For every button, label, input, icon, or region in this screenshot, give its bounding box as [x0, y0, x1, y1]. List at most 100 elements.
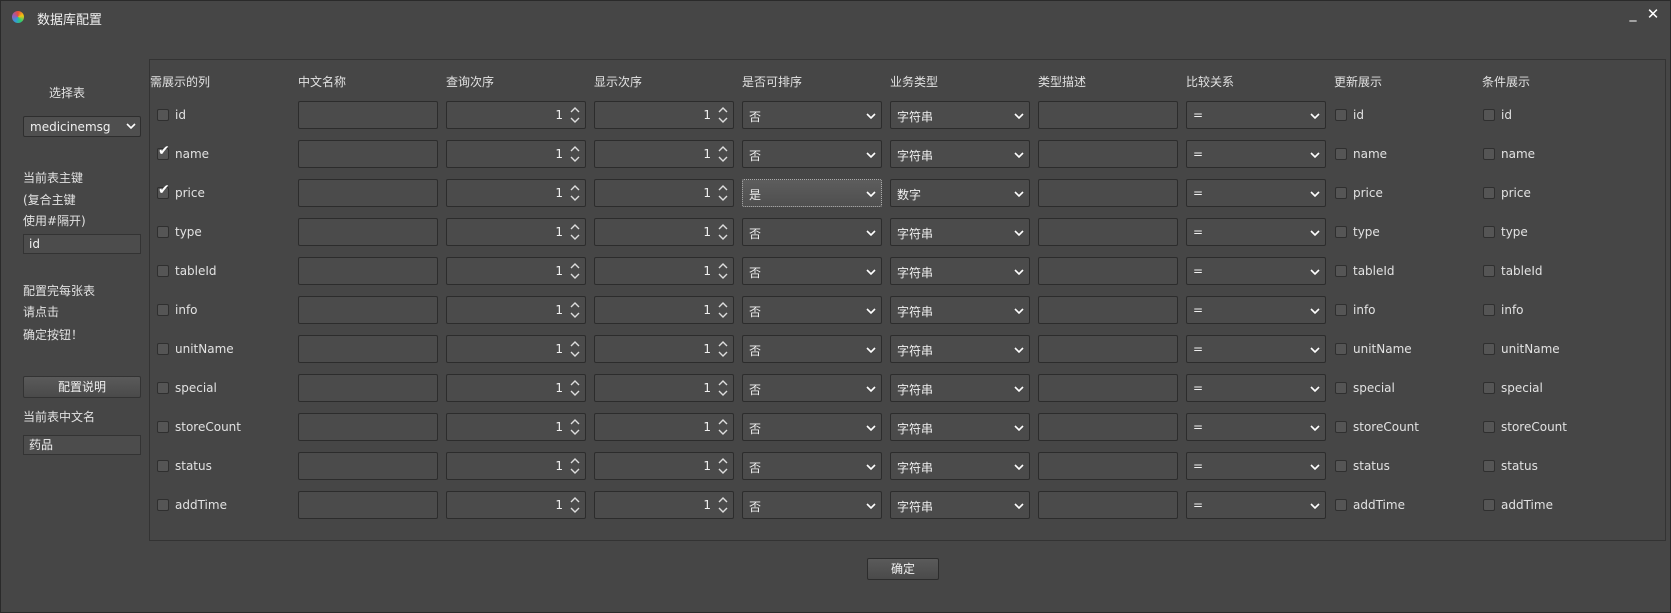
query-order-spinbox[interactable]: 1 — [446, 413, 586, 441]
spin-arrows-icon[interactable] — [569, 221, 581, 243]
sortable-select[interactable]: 否 — [742, 257, 882, 285]
spin-arrows-icon[interactable] — [717, 377, 729, 399]
show-column-checkbox[interactable] — [157, 499, 169, 511]
query-order-spinbox[interactable]: 1 — [446, 101, 586, 129]
spin-arrows-icon[interactable] — [717, 143, 729, 165]
spin-arrows-icon[interactable] — [569, 338, 581, 360]
cond-show-checkbox[interactable] — [1483, 343, 1495, 355]
query-order-spinbox[interactable]: 1 — [446, 179, 586, 207]
spin-arrows-icon[interactable] — [717, 221, 729, 243]
query-order-spinbox[interactable]: 1 — [446, 218, 586, 246]
sortable-select[interactable]: 否 — [742, 296, 882, 324]
update-show-checkbox[interactable] — [1335, 499, 1347, 511]
spin-arrows-icon[interactable] — [569, 104, 581, 126]
cond-show-checkbox[interactable] — [1483, 460, 1495, 472]
sortable-select[interactable]: 否 — [742, 101, 882, 129]
show-column-checkbox[interactable]: ✔ — [157, 144, 170, 160]
update-show-checkbox[interactable] — [1335, 148, 1347, 160]
display-order-spinbox[interactable]: 1 — [594, 413, 734, 441]
display-order-spinbox[interactable]: 1 — [594, 491, 734, 519]
sortable-select[interactable]: 否 — [742, 218, 882, 246]
cn-name-field[interactable] — [298, 179, 438, 207]
cond-show-checkbox[interactable] — [1483, 187, 1495, 199]
cond-show-checkbox[interactable] — [1483, 499, 1495, 511]
query-order-spinbox[interactable]: 1 — [446, 257, 586, 285]
compare-select[interactable]: = — [1186, 452, 1326, 480]
type-desc-field[interactable] — [1038, 491, 1178, 519]
update-show-checkbox[interactable] — [1335, 265, 1347, 277]
cond-show-checkbox[interactable] — [1483, 109, 1495, 121]
biz-type-select[interactable]: 字符串 — [890, 140, 1030, 168]
update-show-checkbox[interactable] — [1335, 460, 1347, 472]
type-desc-field[interactable] — [1038, 413, 1178, 441]
spin-arrows-icon[interactable] — [569, 143, 581, 165]
cond-show-checkbox[interactable] — [1483, 304, 1495, 316]
display-order-spinbox[interactable]: 1 — [594, 257, 734, 285]
update-show-checkbox[interactable] — [1335, 382, 1347, 394]
cn-name-field[interactable] — [298, 452, 438, 480]
spin-arrows-icon[interactable] — [569, 494, 581, 516]
display-order-spinbox[interactable]: 1 — [594, 218, 734, 246]
compare-select[interactable]: = — [1186, 101, 1326, 129]
biz-type-select[interactable]: 字符串 — [890, 296, 1030, 324]
show-column-checkbox[interactable] — [157, 226, 169, 238]
compare-select[interactable]: = — [1186, 257, 1326, 285]
type-desc-field[interactable] — [1038, 335, 1178, 363]
display-order-spinbox[interactable]: 1 — [594, 101, 734, 129]
type-desc-field[interactable] — [1038, 179, 1178, 207]
biz-type-select[interactable]: 字符串 — [890, 218, 1030, 246]
compare-select[interactable]: = — [1186, 374, 1326, 402]
compare-select[interactable]: = — [1186, 296, 1326, 324]
type-desc-field[interactable] — [1038, 296, 1178, 324]
spin-arrows-icon[interactable] — [569, 260, 581, 282]
compare-select[interactable]: = — [1186, 413, 1326, 441]
compare-select[interactable]: = — [1186, 335, 1326, 363]
spin-arrows-icon[interactable] — [717, 338, 729, 360]
biz-type-select[interactable]: 字符串 — [890, 413, 1030, 441]
compare-select[interactable]: = — [1186, 218, 1326, 246]
update-show-checkbox[interactable] — [1335, 109, 1347, 121]
query-order-spinbox[interactable]: 1 — [446, 452, 586, 480]
spin-arrows-icon[interactable] — [717, 182, 729, 204]
update-show-checkbox[interactable] — [1335, 226, 1347, 238]
sortable-select[interactable]: 否 — [742, 374, 882, 402]
sortable-select[interactable]: 否 — [742, 491, 882, 519]
query-order-spinbox[interactable]: 1 — [446, 374, 586, 402]
spin-arrows-icon[interactable] — [717, 260, 729, 282]
spin-arrows-icon[interactable] — [717, 455, 729, 477]
cn-name-field[interactable] — [298, 296, 438, 324]
cn-name-input[interactable]: 药品 — [23, 435, 141, 455]
cn-name-field[interactable] — [298, 374, 438, 402]
show-column-checkbox[interactable] — [157, 382, 169, 394]
display-order-spinbox[interactable]: 1 — [594, 140, 734, 168]
cond-show-checkbox[interactable] — [1483, 148, 1495, 160]
show-column-checkbox[interactable] — [157, 343, 169, 355]
query-order-spinbox[interactable]: 1 — [446, 335, 586, 363]
biz-type-select[interactable]: 字符串 — [890, 491, 1030, 519]
spin-arrows-icon[interactable] — [717, 494, 729, 516]
type-desc-field[interactable] — [1038, 452, 1178, 480]
cn-name-field[interactable] — [298, 257, 438, 285]
spin-arrows-icon[interactable] — [569, 416, 581, 438]
sortable-select[interactable]: 否 — [742, 413, 882, 441]
sortable-select[interactable]: 否 — [742, 140, 882, 168]
sortable-select[interactable]: 否 — [742, 335, 882, 363]
display-order-spinbox[interactable]: 1 — [594, 179, 734, 207]
cn-name-field[interactable] — [298, 140, 438, 168]
update-show-checkbox[interactable] — [1335, 421, 1347, 433]
minimize-button[interactable]: _ — [1626, 6, 1640, 24]
spin-arrows-icon[interactable] — [717, 416, 729, 438]
cond-show-checkbox[interactable] — [1483, 382, 1495, 394]
table-select[interactable]: medicinemsg — [23, 116, 141, 137]
type-desc-field[interactable] — [1038, 374, 1178, 402]
type-desc-field[interactable] — [1038, 218, 1178, 246]
type-desc-field[interactable] — [1038, 101, 1178, 129]
display-order-spinbox[interactable]: 1 — [594, 296, 734, 324]
show-column-checkbox[interactable] — [157, 265, 169, 277]
compare-select[interactable]: = — [1186, 140, 1326, 168]
spin-arrows-icon[interactable] — [569, 299, 581, 321]
biz-type-select[interactable]: 字符串 — [890, 257, 1030, 285]
show-column-checkbox[interactable] — [157, 421, 169, 433]
cn-name-field[interactable] — [298, 335, 438, 363]
update-show-checkbox[interactable] — [1335, 343, 1347, 355]
